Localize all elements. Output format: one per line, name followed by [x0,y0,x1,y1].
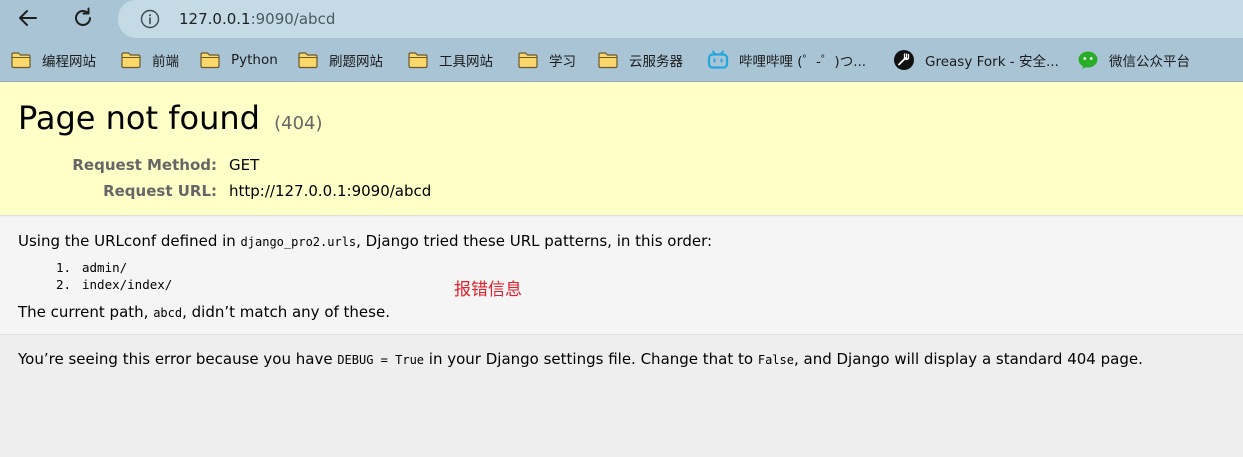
status-code: (404) [274,113,323,134]
folder-icon [598,52,618,69]
list-item: 1. admin/ [56,259,172,276]
url-pattern-list: 1. admin/ 2. index/index/ [56,259,172,293]
pattern-number: 1. [56,260,72,275]
page-title: Page not found (404) [18,96,323,146]
request-method-label: Request Method: [72,156,217,174]
address-bar[interactable]: 127.0.0.1:9090/abcd [118,0,1243,38]
error-annotation: 报错信息 [454,280,522,300]
explanation-suffix: , and Django will display a standard 404… [793,350,1143,368]
bookmark-wechat[interactable]: 微信公众平台 [1077,38,1190,82]
browser-toolbar: 127.0.0.1:9090/abcd [0,0,1243,38]
folder-icon [518,52,538,69]
bookmark-folder-yunfuwuqi[interactable]: 云服务器 [597,38,683,82]
url-text[interactable]: 127.0.0.1:9090/abcd [179,9,335,29]
debug-explanation: You’re seeing this error because you hav… [18,347,1233,372]
current-path-suffix: , didn’t match any of these. [182,303,390,321]
current-path-line: The current path, abcd, didn’t match any… [18,301,390,324]
wechat-icon [1078,51,1098,69]
urlconf-prefix: Using the URLconf defined in [18,232,241,250]
false-code: False [757,353,794,367]
explanation-prefix: You’re seeing this error because you hav… [18,350,338,368]
url-path: :9090/abcd [250,10,336,28]
current-path-value: abcd [153,306,183,320]
pattern-text: admin/ [82,260,128,275]
url-host: 127.0.0.1 [179,10,251,28]
list-item: 2. index/index/ [56,276,172,293]
folder-icon [200,52,220,69]
arrow-left-icon [19,10,37,26]
request-url-row: Request URL: http://127.0.0.1:9090/abcd [18,179,618,203]
bookmark-bilibili[interactable]: 哔哩哔哩 (゜-゜)つ... [707,38,866,82]
bookmark-label: Greasy Fork - 安全... [925,54,1059,70]
urlconf-module: django_pro2.urls [240,235,357,249]
request-url-value: http://127.0.0.1:9090/abcd [229,182,432,200]
bookmark-greasyfork[interactable]: Greasy Fork - 安全... [893,38,1059,82]
folder-icon [298,52,318,69]
page-title-text: Page not found [18,99,260,137]
bookmark-label: 学习 [549,54,576,70]
bookmark-label: Python [231,52,278,68]
bookmark-label: 刷题网站 [329,54,383,70]
bookmark-label: 工具网站 [439,54,493,70]
debug-setting-code: DEBUG = True [337,353,425,367]
bookmarks-bar: 编程网站 前端 Python 刷题网站 工具网站 学习 云服务器 哔哩哔哩 (゜… [0,38,1243,82]
bookmark-folder-xuexi[interactable]: 学习 [517,38,576,82]
bookmark-label: 哔哩哔哩 (゜-゜)つ... [739,54,867,70]
explanation-middle: in your Django settings file. Change tha… [424,350,758,368]
request-method-value: GET [229,156,260,174]
bookmark-folder-python[interactable]: Python [199,38,278,82]
pattern-text: index/index/ [82,277,173,292]
bookmark-folder-qianduan[interactable]: 前端 [120,38,179,82]
bookmark-label: 前端 [152,54,179,70]
folder-icon [11,52,31,69]
folder-icon [408,52,428,69]
info-icon[interactable] [140,9,160,29]
bookmark-label: 云服务器 [629,54,683,70]
request-method-row: Request Method: GET [18,153,618,177]
bookmark-folder-shuati[interactable]: 刷题网站 [297,38,383,82]
bilibili-icon [707,50,729,69]
folder-icon [121,52,141,69]
bookmark-label: 微信公众平台 [1109,54,1190,70]
bookmark-folder-gongju[interactable]: 工具网站 [407,38,493,82]
urlconf-suffix: , Django tried these URL patterns, in th… [356,232,713,250]
current-path-prefix: The current path, [18,303,154,321]
bookmark-folder-biancheng[interactable]: 编程网站 [10,38,96,82]
back-button[interactable] [12,4,44,32]
reload-button[interactable] [67,4,99,32]
urlconf-line: Using the URLconf defined in django_pro2… [18,230,712,253]
reload-icon [75,7,91,26]
request-url-label: Request URL: [103,182,217,200]
bookmark-label: 编程网站 [42,54,96,70]
pattern-number: 2. [56,277,72,292]
greasyfork-icon [894,50,914,70]
